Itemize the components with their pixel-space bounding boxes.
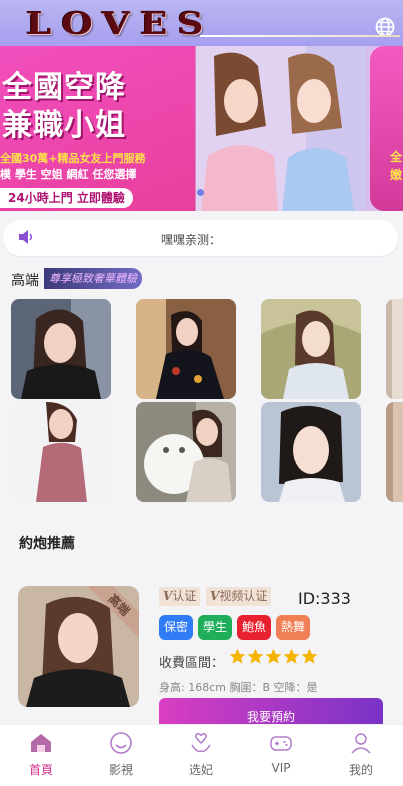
profile-stats: 身高: 168cm 胸圍：B 空降：是: [159, 681, 318, 694]
notice-text: 嘿嘿亲测：: [161, 233, 222, 247]
carousel-dot[interactable]: [197, 189, 204, 196]
app-header: LOVES: [0, 0, 403, 46]
star-icon: [301, 648, 318, 665]
bottom-tab-bar: 首頁 影視 选妃 VIP 我的: [0, 724, 403, 786]
star-icon: [283, 648, 300, 665]
star-icon: [265, 648, 282, 665]
verified-badge: V认证: [159, 587, 201, 606]
heart-hand-icon: [191, 733, 211, 753]
section-title-recommend: 約炮推薦: [19, 536, 75, 552]
home-icon: [31, 734, 51, 752]
tab-profile[interactable]: 我的: [321, 725, 401, 786]
fee-label: 收費區間：: [159, 656, 225, 671]
gamepad-icon: [270, 736, 292, 751]
rating-stars: [229, 648, 319, 670]
profile-thumbnail[interactable]: [261, 299, 361, 399]
banner-cta-pill: 24小時上門 立即體驗: [0, 188, 133, 208]
profile-thumbnail-peek[interactable]: [386, 402, 403, 502]
tab-label: 选妃: [188, 763, 213, 777]
banner-next-text-2: 嫩: [390, 168, 403, 182]
profile-id: ID:333: [298, 589, 351, 608]
star-icon: [247, 648, 264, 665]
video-verified-badge: V视频认证: [206, 587, 272, 606]
banner-promo-text: 全國30萬+精品女友上門服務: [0, 152, 146, 165]
tab-label: 我的: [348, 763, 373, 777]
profile-thumbnail[interactable]: [261, 402, 361, 502]
profile-thumbnail-peek[interactable]: [386, 299, 403, 399]
section-tag: 尊享極致奢華體驗: [44, 268, 142, 289]
globe-icon[interactable]: [375, 17, 395, 37]
banner-headline-2: 兼職小姐: [2, 108, 126, 143]
section-title-highend: 高端: [11, 273, 39, 289]
app-logo: LOVES: [26, 6, 214, 42]
tab-select[interactable]: 选妃: [161, 725, 241, 786]
tab-label: VIP: [271, 761, 291, 775]
profile-thumbnail[interactable]: [136, 402, 236, 502]
banner-text-panel: 全國空降 兼職小姐 全國30萬+精品女友上門服務 模 學生 空姐 網紅 任您選擇…: [0, 46, 195, 211]
tag-chip: 鮑魚: [237, 615, 272, 640]
tag-chip: 保密: [159, 615, 194, 640]
banner-next-slide: 全 嫩: [370, 46, 403, 211]
recommend-profile-photo[interactable]: 高端: [18, 586, 139, 707]
notice-bar[interactable]: 嘿嘿亲测：: [3, 220, 398, 256]
tab-home[interactable]: 首頁: [1, 725, 81, 786]
star-icon: [229, 648, 246, 665]
tab-vip[interactable]: VIP: [241, 725, 321, 786]
profile-thumbnail[interactable]: [11, 402, 111, 502]
user-icon: [351, 733, 371, 754]
banner-photo: [196, 46, 366, 211]
tab-videos[interactable]: 影視: [81, 725, 161, 786]
reserve-button[interactable]: 我要預約: [159, 698, 383, 724]
video-verified-label: 视频认证: [219, 589, 268, 603]
tab-label: 首頁: [28, 763, 53, 777]
profile-thumbnail[interactable]: [11, 299, 111, 399]
verified-badge-label: 认证: [172, 589, 197, 603]
banner-next-text: 全: [390, 150, 403, 164]
divider: [200, 35, 400, 37]
smile-icon: [110, 732, 132, 754]
tag-chip: 學生: [198, 615, 233, 640]
tag-chip: 熱舞: [276, 615, 311, 640]
banner-promo-text-2: 模 學生 空姐 網紅 任您選擇: [0, 168, 137, 181]
promo-banner[interactable]: 全國空降 兼職小姐 全國30萬+精品女友上門服務 模 學生 空姐 網紅 任您選擇…: [0, 46, 403, 211]
tab-label: 影視: [108, 763, 133, 777]
profile-thumbnail[interactable]: [136, 299, 236, 399]
speaker-icon: [19, 230, 32, 244]
